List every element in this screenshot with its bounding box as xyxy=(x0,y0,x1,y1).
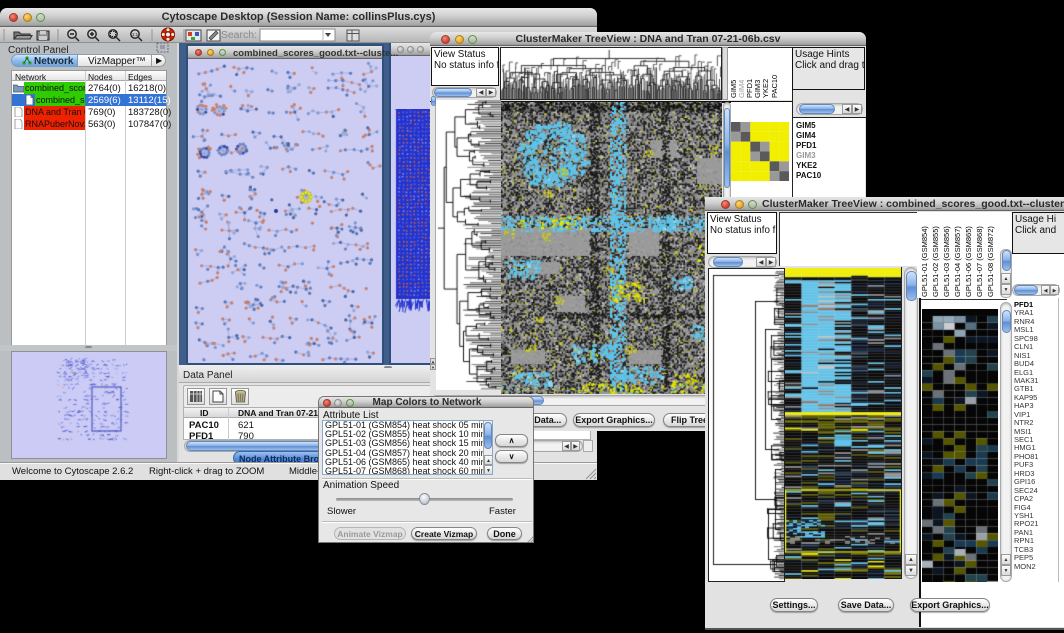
svg-text:Search:: Search: xyxy=(221,29,257,41)
svg-text:1:1: 1:1 xyxy=(132,32,139,37)
